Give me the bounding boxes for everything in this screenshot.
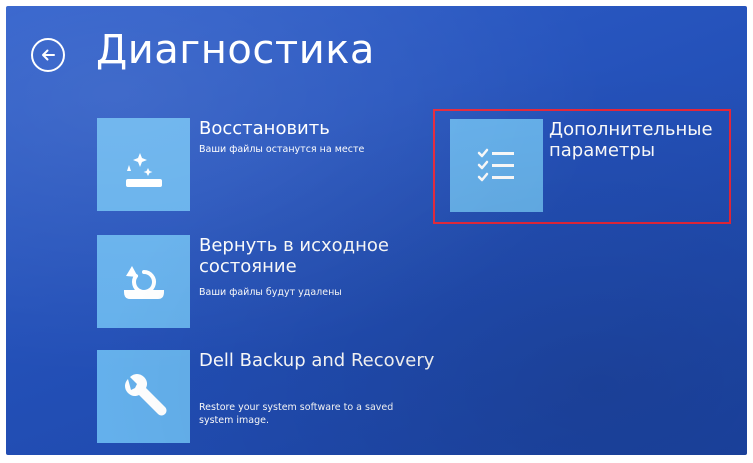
option-restore-title: Восстановить [199,118,330,139]
arrow-left-icon [42,49,55,61]
troubleshoot-screen: Диагностика Восстановить Ваши файлы оста… [6,6,747,455]
option-restore-tile[interactable] [97,118,190,211]
option-reset-description: Ваши файлы будут удалены [199,287,342,298]
option-restore-description: Ваши файлы останутся на месте [199,144,365,155]
option-restore[interactable]: Восстановить Ваши файлы останутся на мес… [97,118,427,211]
reset-icon [123,265,164,299]
page-title: Диагностика [96,27,375,73]
option-dell-backup-description: Restore your system software to a saved … [199,402,394,426]
option-reset-tile[interactable] [97,235,190,328]
option-advanced-options-title: Дополнительные параметры [549,119,713,162]
option-dell-backup-tile[interactable] [97,350,190,443]
option-advanced-options-tile[interactable] [450,119,543,212]
wrench-icon [124,373,166,415]
checklist-icon [477,148,514,181]
option-dell-backup-title: Dell Backup and Recovery [199,350,435,371]
photo-frame: Диагностика Восстановить Ваши файлы оста… [0,0,753,463]
option-dell-backup[interactable]: Dell Backup and Recovery Restore your sy… [97,350,434,443]
back-button[interactable] [31,38,65,72]
option-reset-title: Вернуть в исходное состояние [199,235,389,278]
restore-icon [125,152,162,187]
option-reset[interactable]: Вернуть в исходное состояние Ваши файлы … [97,235,427,328]
option-advanced-options[interactable]: Дополнительные параметры [450,119,740,212]
